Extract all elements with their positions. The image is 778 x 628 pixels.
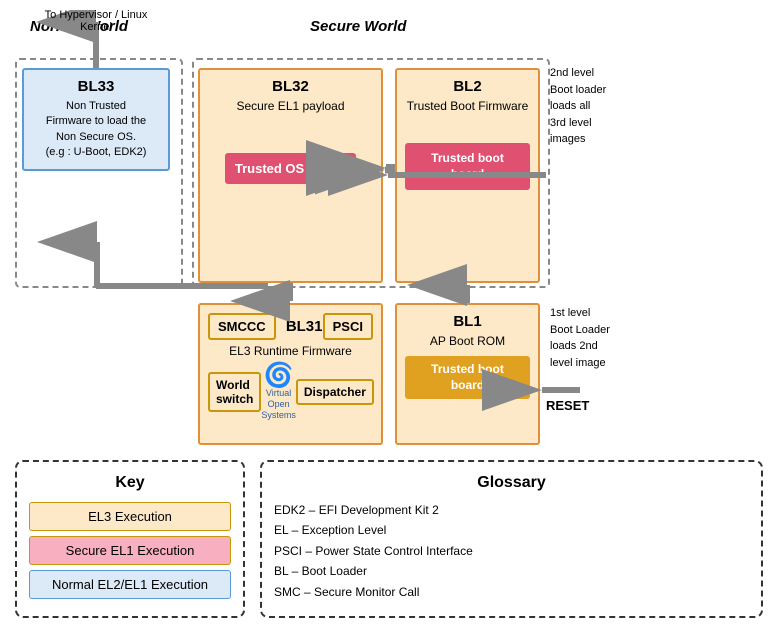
main-layout: Normal World Secure World 2nd levelBoot …: [10, 10, 770, 460]
bottom-area: Key EL3 Execution Secure EL1 Execution N…: [10, 460, 768, 618]
bl31-box: SMCCC BL31 PSCI EL3 Runtime Firmware Wor…: [198, 303, 383, 445]
glossary-box: Glossary EDK2 – EFI Development Kit 2 EL…: [260, 460, 763, 618]
glossary-items: EDK2 – EFI Development Kit 2 EL – Except…: [274, 500, 749, 602]
glossary-item-0: EDK2 – EFI Development Kit 2: [274, 500, 749, 520]
vos-swirl-icon: 🌀: [261, 364, 296, 388]
bl33-desc: Non TrustedFirmware to load theNon Secur…: [32, 99, 160, 161]
vos-logo: 🌀 Virtual Open Systems: [261, 364, 296, 420]
key-el3: EL3 Execution: [29, 502, 231, 531]
bl33-box: BL33 Non TrustedFirmware to load theNon …: [22, 68, 170, 171]
bl32-subtitle: Secure EL1 payload: [208, 99, 373, 113]
key-box: Key EL3 Execution Secure EL1 Execution N…: [15, 460, 245, 618]
bl2-title: BL2: [405, 78, 530, 95]
bl1-title: BL1: [405, 313, 530, 330]
key-el2: Normal EL2/EL1 Execution: [29, 570, 231, 599]
bl1-box: BL1 AP Boot ROM Trusted boot board: [395, 303, 540, 445]
glossary-title: Glossary: [274, 474, 749, 492]
glossary-item-2: PSCI – Power State Control Interface: [274, 541, 749, 561]
reset-label: RESET: [546, 398, 589, 413]
diagram-container: Normal World Secure World 2nd levelBoot …: [0, 0, 778, 628]
psci-box: PSCI: [323, 313, 373, 340]
bl32-title: BL32: [208, 78, 373, 95]
vos-label: Virtual Open Systems: [261, 388, 296, 420]
bl2-subtitle: Trusted Boot Firmware: [405, 99, 530, 113]
bl1-subtitle: AP Boot ROM: [405, 334, 530, 348]
glossary-item-4: SMC – Secure Monitor Call: [274, 582, 749, 602]
key-sel1: Secure EL1 Execution: [29, 536, 231, 565]
2nd-level-text: 2nd levelBoot loaderloads all3rd levelim…: [550, 65, 640, 148]
dispatcher-box: Dispatcher: [296, 379, 374, 405]
bl31-subtitle: EL3 Runtime Firmware: [208, 344, 373, 358]
bl31-title: BL31: [286, 318, 323, 335]
1st-level-text: 1st levelBoot Loaderloads 2ndlevel image: [550, 305, 640, 371]
trusted-os-kernel-button: Trusted OS kernel: [225, 153, 356, 184]
smccc-box: SMCCC: [208, 313, 276, 340]
secure-world-label: Secure World: [310, 18, 406, 35]
bl1-trusted-boot-button: Trusted boot board: [405, 356, 530, 399]
world-switch-box: World switch: [208, 372, 261, 412]
bl2-trusted-boot-button: Trusted boot board: [405, 143, 530, 190]
bl32-box: BL32 Secure EL1 payload Trusted OS kerne…: [198, 68, 383, 283]
normal-world-label: Normal World: [30, 18, 128, 35]
glossary-item-1: EL – Exception Level: [274, 520, 749, 540]
glossary-item-3: BL – Boot Loader: [274, 561, 749, 581]
bl2-box: BL2 Trusted Boot Firmware Trusted boot b…: [395, 68, 540, 283]
key-title: Key: [29, 474, 231, 492]
bl33-title: BL33: [32, 78, 160, 95]
